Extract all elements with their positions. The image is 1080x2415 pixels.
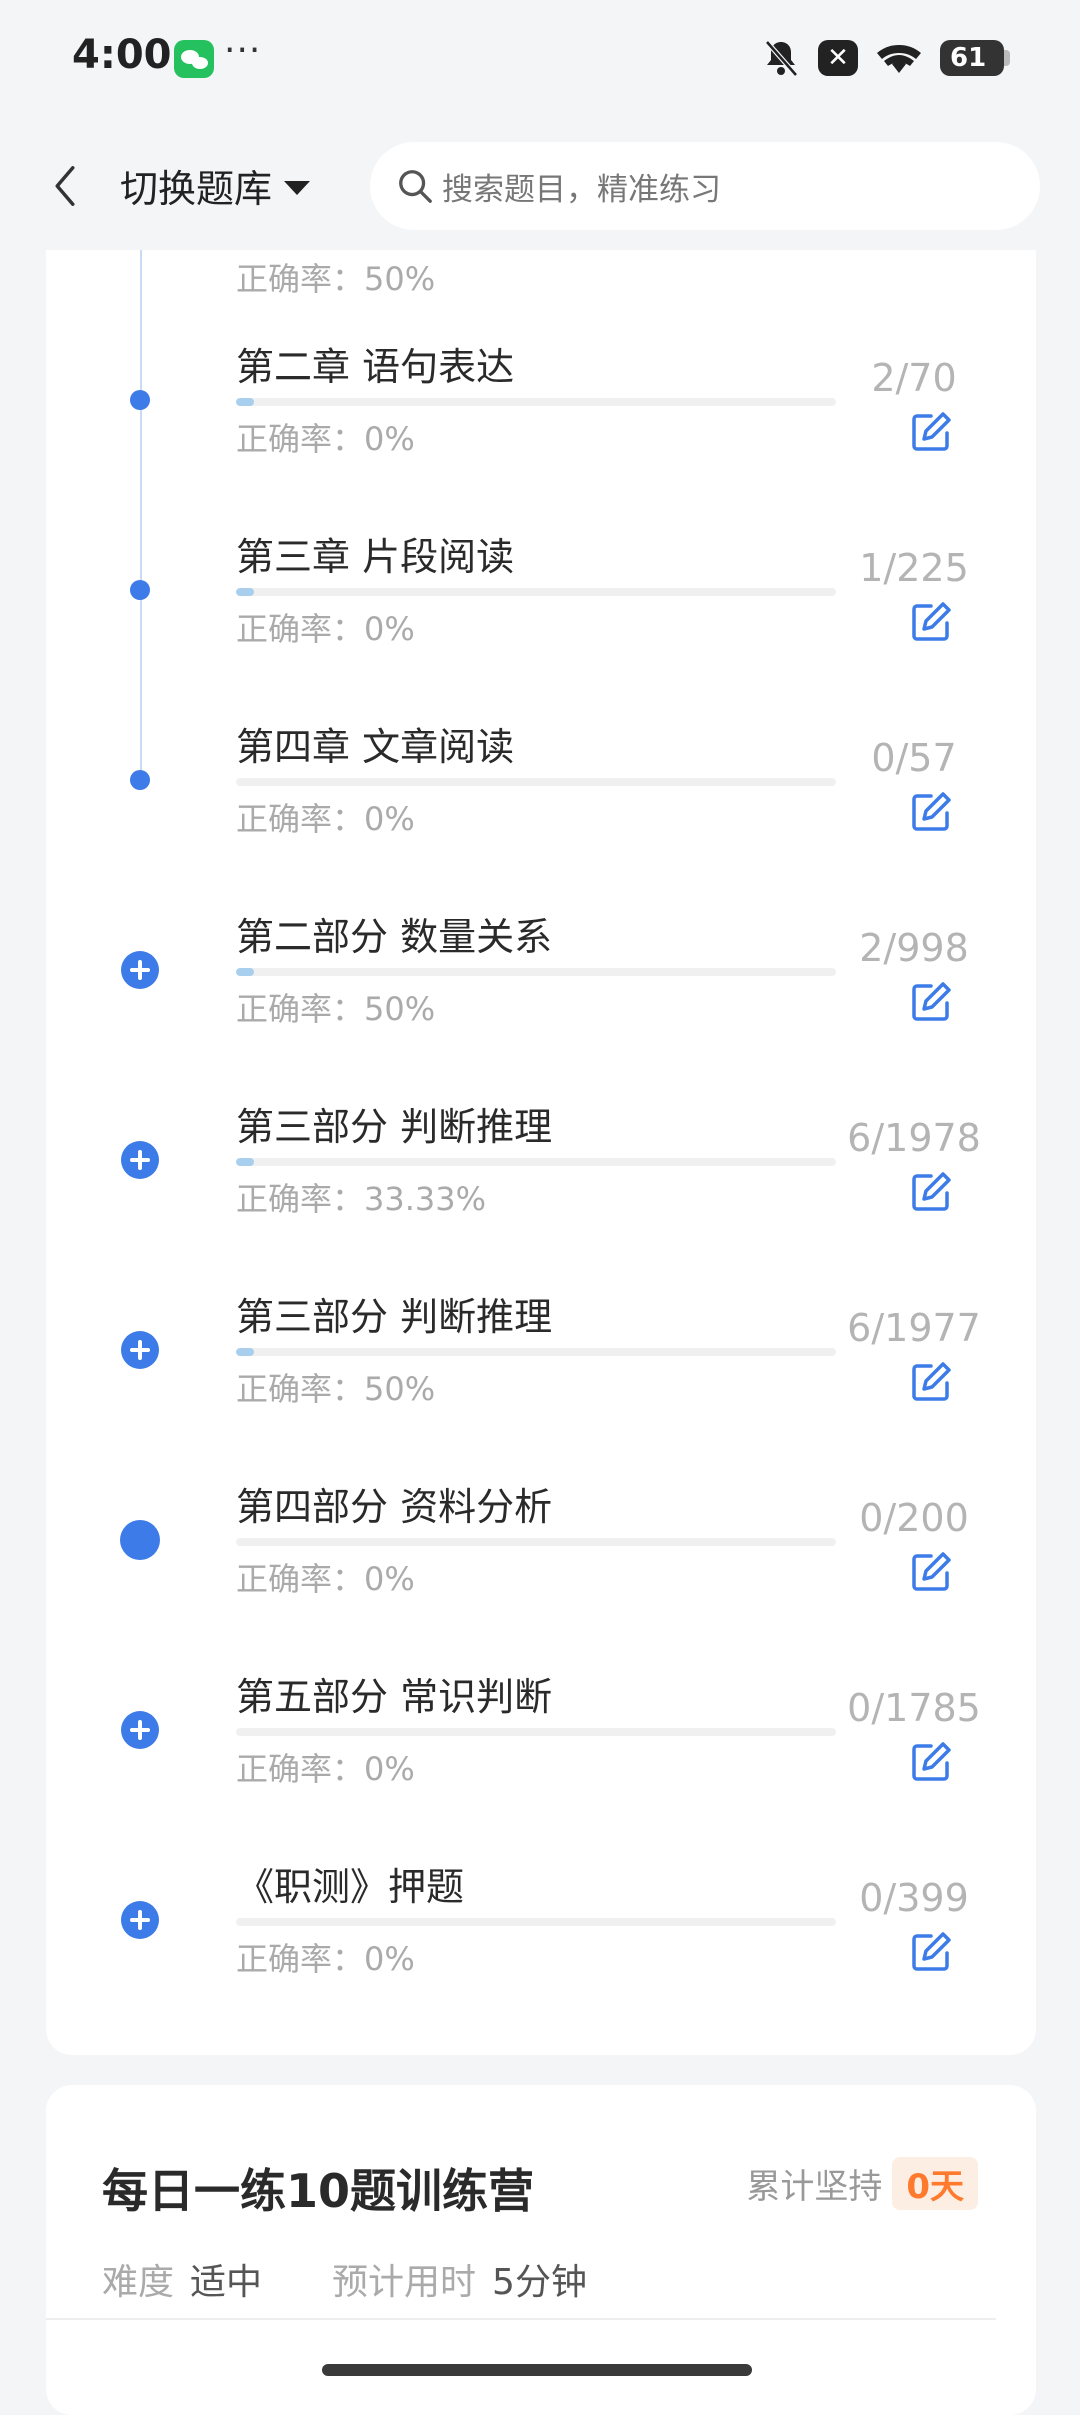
question-count: 6/1978 — [847, 1116, 981, 1160]
expand-plus-icon[interactable] — [121, 1331, 159, 1369]
question-count: 0/399 — [859, 1876, 969, 1920]
progress-fill — [236, 588, 254, 596]
chapter-title: 第三部分 判断推理 — [236, 1295, 553, 1339]
divider — [46, 2318, 996, 2320]
accuracy-text: 正确率：0% — [236, 610, 415, 648]
list-item[interactable]: 第三部分 判断推理正确率：50% 6/1977 — [0, 1260, 1080, 1450]
timeline-dot-icon — [130, 390, 150, 410]
persist-streak: 累计坚持 0天 — [746, 2157, 978, 2210]
difficulty-label: 难度 — [102, 2262, 175, 2303]
chapter-title: 第三部分 判断推理 — [236, 1105, 553, 1149]
chapter-title: 第四章 文章阅读 — [236, 725, 515, 769]
expand-plus-icon[interactable] — [121, 1901, 159, 1939]
question-count: 2/998 — [859, 926, 969, 970]
search-input[interactable]: 搜索题目，精准练习 — [370, 142, 1040, 230]
battery-icon: 61 — [940, 40, 1010, 76]
switch-question-bank-button[interactable]: 切换题库 — [120, 158, 311, 213]
edit-practice-icon[interactable] — [909, 1930, 953, 1974]
list-item[interactable]: 第四章 文章阅读正确率：0% 0/57 — [0, 690, 1080, 880]
estimated-time-value: 5分钟 — [492, 2262, 587, 2303]
edit-practice-icon[interactable] — [909, 790, 953, 834]
wifi-icon — [876, 37, 922, 79]
progress-bar — [236, 398, 836, 406]
list-item[interactable]: 第二部分 数量关系正确率：50% 2/998 — [0, 880, 1080, 1070]
question-count: 0/57 — [871, 736, 957, 780]
chapter-title: 第五部分 常识判断 — [236, 1675, 553, 1719]
chapter-title: 《职测》押题 — [236, 1865, 465, 1909]
top-navigation-bar: 切换题库 搜索题目，精准练习 — [0, 120, 1080, 250]
edit-practice-icon[interactable] — [909, 1170, 953, 1214]
persist-days-badge: 0天 — [892, 2157, 978, 2210]
chapter-title: 第二部分 数量关系 — [236, 915, 553, 959]
more-notifications-icon: ··· — [224, 30, 262, 71]
estimated-time-label: 预计用时 — [332, 2262, 477, 2303]
list-item[interactable]: 第四部分 资料分析正确率：0% 0/200 — [0, 1450, 1080, 1640]
edit-practice-icon[interactable] — [909, 1550, 953, 1594]
accuracy-text: 正确率：0% — [236, 1750, 415, 1788]
caret-down-icon — [284, 180, 311, 195]
progress-bar — [236, 1728, 836, 1736]
question-count: 0/200 — [859, 1496, 969, 1540]
battery-level: 61 — [950, 43, 987, 73]
expand-plus-icon[interactable] — [121, 1711, 159, 1749]
progress-fill — [236, 968, 254, 976]
accuracy-text: 正确率：0% — [236, 800, 415, 838]
list-item[interactable]: 第三章 片段阅读正确率：0% 1/225 — [0, 500, 1080, 690]
switch-label: 切换题库 — [120, 167, 273, 211]
chevron-left-icon — [55, 166, 75, 206]
list-item[interactable]: 第二章 语句表达正确率：0% 2/70 — [0, 310, 1080, 500]
edit-practice-icon[interactable] — [909, 980, 953, 1024]
question-count: 0/1785 — [847, 1686, 981, 1730]
question-count: 6/1977 — [847, 1306, 981, 1350]
edit-practice-icon[interactable] — [909, 410, 953, 454]
timeline-dot-icon — [130, 580, 150, 600]
accuracy-text: 正确率：33.33% — [236, 1180, 487, 1218]
progress-bar — [236, 1538, 836, 1546]
progress-bar — [236, 1918, 836, 1926]
edit-practice-icon[interactable] — [909, 1360, 953, 1404]
edit-practice-icon[interactable] — [909, 1740, 953, 1784]
status-time: 4:00 — [72, 32, 172, 78]
progress-fill — [236, 398, 254, 406]
question-count: 1/225 — [859, 546, 969, 590]
list-item[interactable]: 《职测》押题正确率：0% 0/399 — [0, 1830, 1080, 2020]
timeline-dot-icon — [120, 1520, 160, 1560]
home-indicator[interactable] — [322, 2364, 752, 2376]
expand-plus-icon[interactable] — [121, 951, 159, 989]
edit-practice-icon[interactable] — [909, 600, 953, 644]
status-bar: 4:00 ··· ✕ 61 — [0, 0, 1080, 120]
progress-bar — [236, 778, 836, 786]
difficulty-value: 适中 — [190, 2262, 263, 2303]
chapter-title: 第三章 片段阅读 — [236, 535, 515, 579]
camp-title: 每日一练10题训练营 — [102, 2164, 535, 2218]
bell-muted-icon — [762, 38, 800, 78]
back-button[interactable] — [40, 156, 90, 216]
progress-bar — [236, 968, 836, 976]
accuracy-text: 正确率：0% — [236, 420, 415, 458]
close-box-icon: ✕ — [818, 40, 858, 76]
persist-label: 累计坚持 — [746, 2167, 883, 2207]
list-item[interactable]: 第三部分 判断推理正确率：33.33% 6/1978 — [0, 1070, 1080, 1260]
chapter-title: 第二章 语句表达 — [236, 345, 515, 389]
wechat-icon — [174, 40, 214, 78]
accuracy-text: 正确率：0% — [236, 1560, 415, 1598]
accuracy-text: 正确率：50% — [236, 260, 436, 298]
expand-plus-icon[interactable] — [121, 1141, 159, 1179]
progress-bar — [236, 588, 836, 596]
search-icon — [399, 170, 432, 203]
progress-fill — [236, 1158, 254, 1166]
accuracy-text: 正确率：50% — [236, 990, 436, 1028]
question-count: 2/70 — [871, 356, 957, 400]
progress-bar — [236, 1158, 836, 1166]
camp-meta: 难度 适中 预计用时 5分钟 — [102, 2253, 657, 2305]
timeline-dot-icon — [130, 770, 150, 790]
accuracy-text: 正确率：0% — [236, 1940, 415, 1978]
chapter-title: 第四部分 资料分析 — [236, 1485, 553, 1529]
search-placeholder: 搜索题目，精准练习 — [442, 171, 721, 208]
list-item[interactable]: 第五部分 常识判断正确率：0% 0/1785 — [0, 1640, 1080, 1830]
accuracy-text: 正确率：50% — [236, 1370, 436, 1408]
progress-bar — [236, 1348, 836, 1356]
progress-fill — [236, 1348, 254, 1356]
